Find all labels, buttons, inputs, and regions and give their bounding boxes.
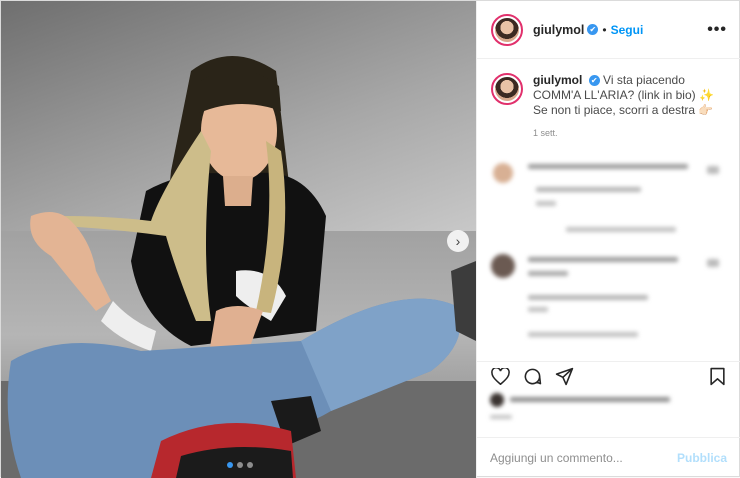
comment-text [536, 187, 641, 192]
next-photo-button[interactable]: › [447, 230, 469, 252]
caption-avatar[interactable] [491, 73, 523, 105]
carousel-dot [237, 462, 243, 468]
bookmark-icon[interactable] [707, 367, 727, 387]
comment-icon[interactable] [522, 367, 542, 387]
post-side-panel: giulymol ✔ • Segui ••• giulymol ✔ Vi sta… [476, 1, 740, 478]
comment-composer: Pubblica [476, 437, 740, 478]
paper-plane-icon[interactable] [554, 367, 574, 387]
comment-meta [528, 307, 548, 312]
comment-avatar [491, 254, 515, 278]
verified-badge-icon: ✔ [588, 75, 600, 86]
comment-like-icon [707, 259, 719, 267]
likes-text [510, 397, 670, 402]
post-photo: › [1, 1, 476, 478]
caption-text-line2: Se non ti piace, scorri a destra 👉🏻 [533, 103, 714, 117]
comment-text [528, 295, 648, 300]
heart-icon[interactable] [490, 367, 510, 387]
comment-input[interactable] [490, 451, 677, 465]
carousel-dots [227, 462, 253, 468]
comment-meta [536, 201, 556, 206]
comment-text [528, 271, 568, 276]
post-header: giulymol ✔ • Segui ••• [477, 1, 740, 59]
caption-body: giulymol ✔ Vi sta piacendo COMM'A LL'ARI… [533, 73, 727, 141]
more-options-icon[interactable]: ••• [707, 21, 727, 39]
post-date [490, 415, 512, 419]
caption-timestamp[interactable]: 1 sett. [533, 126, 727, 141]
carousel-dot [247, 462, 253, 468]
carousel-dot [227, 462, 233, 468]
separator-dot: • [602, 22, 607, 37]
view-replies [528, 332, 638, 337]
caption-username[interactable]: giulymol [533, 73, 582, 87]
avatar-image [495, 77, 519, 101]
liker-avatar [490, 393, 504, 407]
instagram-post-modal: › giulymol ✔ • Segui ••• giulymol ✔ Vi s… [0, 0, 740, 478]
publish-button[interactable]: Pubblica [677, 451, 727, 465]
username-link[interactable]: giulymol [533, 23, 584, 37]
chevron-right-icon: › [455, 233, 461, 249]
comment-text [528, 164, 688, 169]
avatar-image [495, 17, 519, 42]
comment-text [528, 257, 678, 262]
view-replies [566, 227, 676, 232]
comment-avatar [493, 163, 513, 183]
post-actions [476, 361, 740, 391]
follow-button[interactable]: Segui [611, 23, 644, 37]
post-caption: giulymol ✔ Vi sta piacendo COMM'A LL'ARI… [477, 59, 740, 141]
comment-like-icon [707, 166, 719, 174]
avatar[interactable] [491, 13, 523, 46]
verified-badge-icon: ✔ [587, 24, 599, 35]
photo-subject [1, 56, 476, 478]
